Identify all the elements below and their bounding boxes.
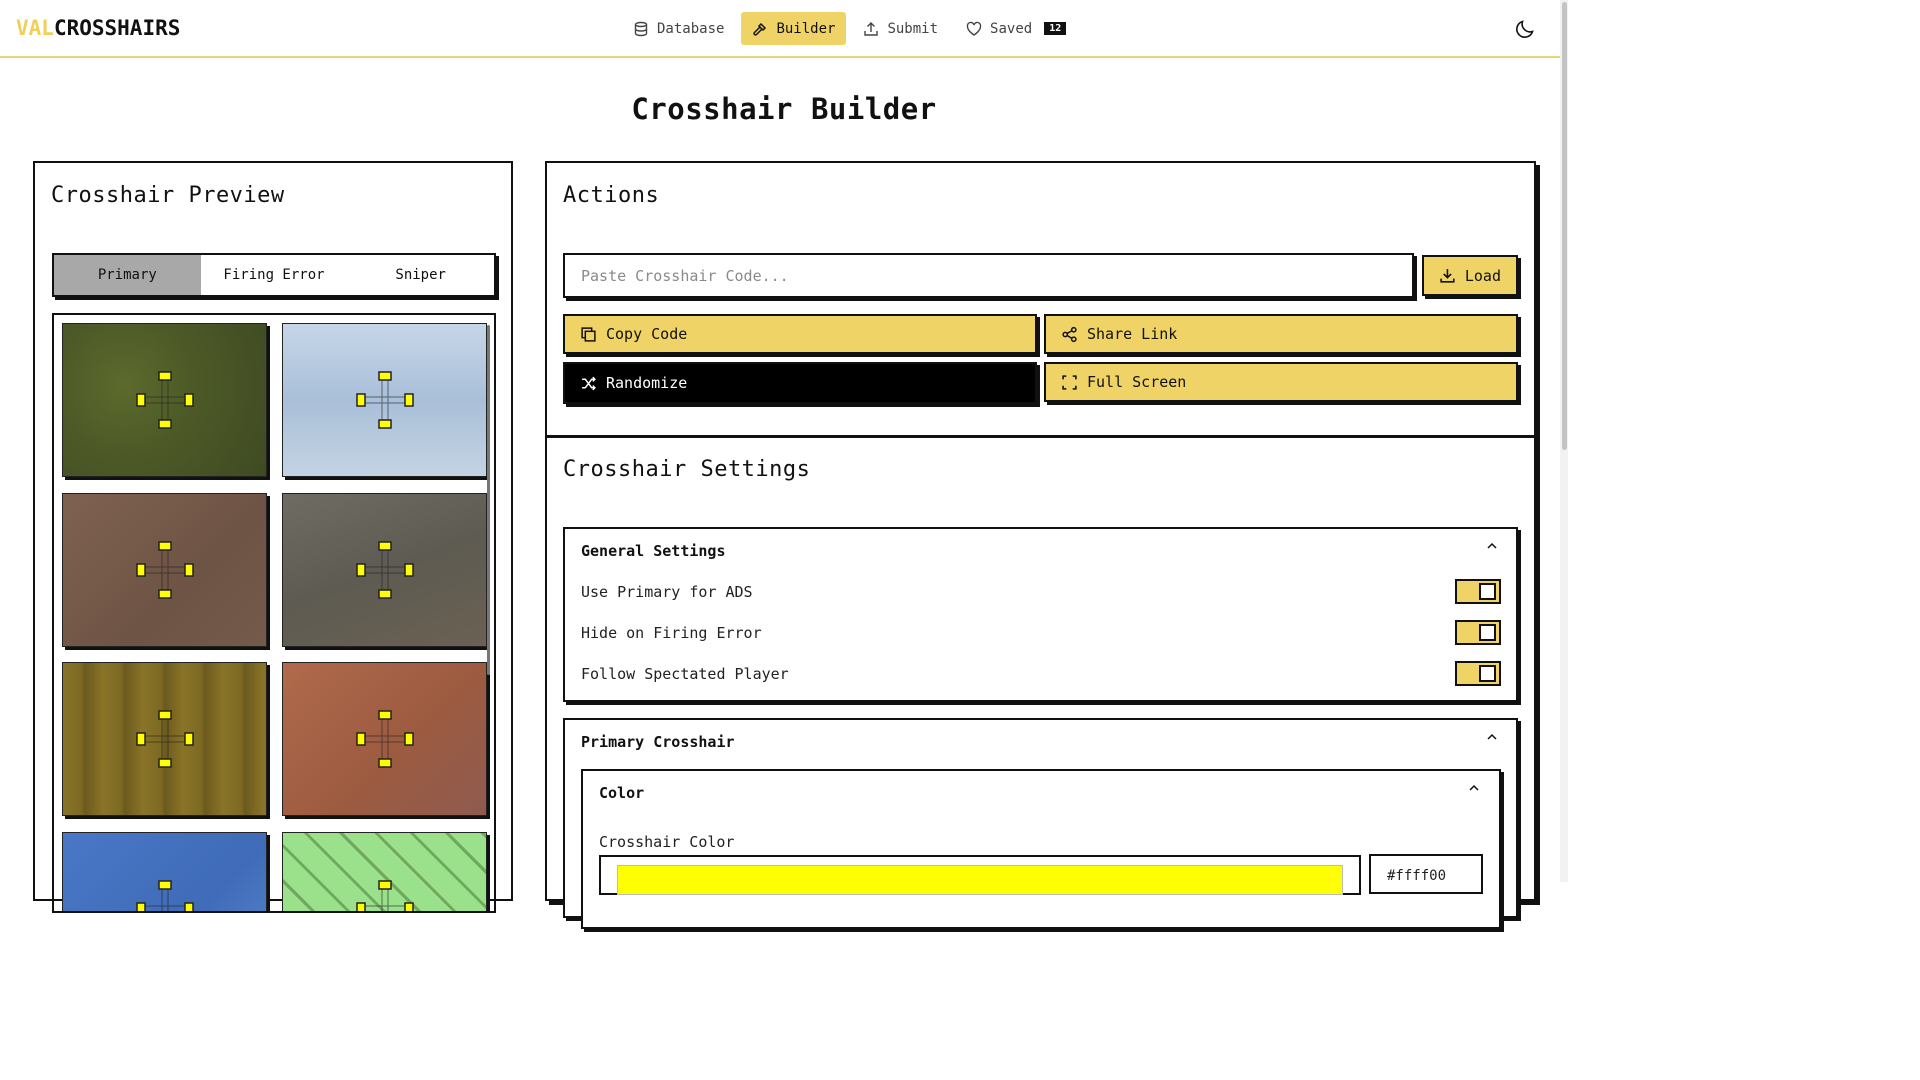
crosshair-icon <box>355 371 414 429</box>
general-settings-accordion: General Settings Use Primary for ADS Hid… <box>563 527 1518 702</box>
randomize-button[interactable]: Randomize <box>563 362 1037 404</box>
page-scrollbar[interactable] <box>1560 0 1568 882</box>
crosshair-icon <box>355 541 414 599</box>
preview-tabs: Primary Firing Error Sniper <box>52 253 496 297</box>
chevron-up-icon[interactable] <box>1485 539 1499 553</box>
crosshair-icon <box>135 710 194 768</box>
download-icon <box>1440 269 1455 283</box>
hex-color-input[interactable]: #ffff00 <box>1369 854 1483 894</box>
preview-thumb-green-grid[interactable] <box>282 832 487 911</box>
crosshair-icon <box>135 541 194 599</box>
crosshair-icon <box>135 880 194 911</box>
color-swatch[interactable] <box>617 865 1343 895</box>
toggle-knob <box>1479 583 1496 600</box>
preview-thumb-wood[interactable] <box>62 662 267 816</box>
top-navbar: VALCROSSHAIRS Database Builder Submit Sa… <box>0 0 1568 58</box>
full-screen-button[interactable]: Full Screen <box>1044 362 1518 402</box>
color-picker[interactable] <box>599 855 1361 895</box>
load-label: Load <box>1464 266 1501 285</box>
nav-submit-label: Submit <box>887 20 939 37</box>
primary-crosshair-title: Primary Crosshair <box>581 733 735 751</box>
nav-builder[interactable]: Builder <box>741 12 847 45</box>
nav-saved[interactable]: Saved 12 <box>955 12 1077 45</box>
crosshair-icon <box>355 880 414 911</box>
chevron-up-icon[interactable] <box>1467 781 1481 795</box>
crosshair-icon <box>135 371 194 429</box>
preview-thumb-rusted-metal[interactable] <box>282 493 487 647</box>
preview-thumb-blue-wall[interactable] <box>62 832 267 911</box>
nav-builder-label: Builder <box>776 20 836 37</box>
crosshair-icon <box>355 710 414 768</box>
color-section-title: Color <box>599 784 645 802</box>
preview-title: Crosshair Preview <box>51 183 285 208</box>
preview-thumb-clay[interactable] <box>62 493 267 647</box>
nav-saved-label: Saved <box>990 20 1033 37</box>
shuffle-icon <box>582 376 596 390</box>
nav-database-label: Database <box>657 20 725 37</box>
use-primary-ads-label: Use Primary for ADS <box>581 583 753 601</box>
share-icon <box>1062 326 1077 342</box>
preview-grid-scrollbar[interactable] <box>487 325 490 675</box>
use-primary-ads-toggle[interactable] <box>1455 579 1501 604</box>
crosshair-color-label: Crosshair Color <box>599 833 735 851</box>
main-nav: Database Builder Submit Saved 12 <box>622 12 1077 45</box>
fullscreen-icon <box>1062 374 1077 390</box>
follow-spectated-player-toggle[interactable] <box>1455 661 1501 686</box>
logo-main: CROSSHAIRS <box>53 16 181 40</box>
copy-icon <box>581 326 596 342</box>
upload-icon <box>864 21 879 36</box>
primary-crosshair-accordion: Primary Crosshair Color Crosshair Color … <box>563 718 1518 929</box>
load-button[interactable]: Load <box>1422 255 1518 296</box>
preview-thumb-sky[interactable] <box>282 323 487 477</box>
share-link-label: Share Link <box>1087 325 1178 343</box>
logo-accent: VAL <box>16 16 54 40</box>
nav-database[interactable]: Database <box>622 12 735 45</box>
randomize-label: Randomize <box>606 374 688 392</box>
preview-thumb-grass[interactable] <box>62 323 267 477</box>
color-accordion: Color Crosshair Color #ffff00 <box>581 769 1501 929</box>
builder-panel: Actions Load Copy Code Share Link Random… <box>545 161 1536 929</box>
page-scrollbar-thumb[interactable] <box>1562 2 1567 450</box>
copy-code-label: Copy Code <box>606 325 688 343</box>
section-divider <box>547 435 1534 438</box>
follow-spectated-player-label: Follow Spectated Player <box>581 665 789 683</box>
general-settings-title: General Settings <box>581 542 726 560</box>
share-link-button[interactable]: Share Link <box>1044 314 1518 354</box>
tab-firing-error[interactable]: Firing Error <box>201 255 348 295</box>
chevron-up-icon[interactable] <box>1485 730 1499 744</box>
crosshair-code-input[interactable] <box>563 253 1414 298</box>
preview-grid <box>52 313 496 913</box>
copy-code-button[interactable]: Copy Code <box>563 314 1037 354</box>
hide-on-firing-error-toggle[interactable] <box>1455 620 1501 645</box>
crosshair-preview-panel: Crosshair Preview Primary Firing Error S… <box>33 161 513 913</box>
tab-sniper[interactable]: Sniper <box>347 255 494 295</box>
preview-thumb-orange-wall[interactable] <box>282 662 487 816</box>
settings-title: Crosshair Settings <box>563 457 811 482</box>
full-screen-label: Full Screen <box>1087 373 1187 391</box>
tab-primary[interactable]: Primary <box>54 255 201 295</box>
toggle-knob <box>1479 624 1496 641</box>
page-title: Crosshair Builder <box>631 92 937 126</box>
saved-count-badge: 12 <box>1044 22 1067 35</box>
heart-icon <box>966 21 982 36</box>
actions-title: Actions <box>563 183 660 208</box>
database-icon <box>634 21 648 36</box>
nav-submit[interactable]: Submit <box>852 12 949 45</box>
hammer-icon <box>753 22 767 36</box>
site-logo[interactable]: VALCROSSHAIRS <box>16 16 180 40</box>
moon-icon[interactable] <box>1514 18 1536 40</box>
hide-on-firing-error-label: Hide on Firing Error <box>581 624 762 642</box>
toggle-knob <box>1479 665 1496 682</box>
